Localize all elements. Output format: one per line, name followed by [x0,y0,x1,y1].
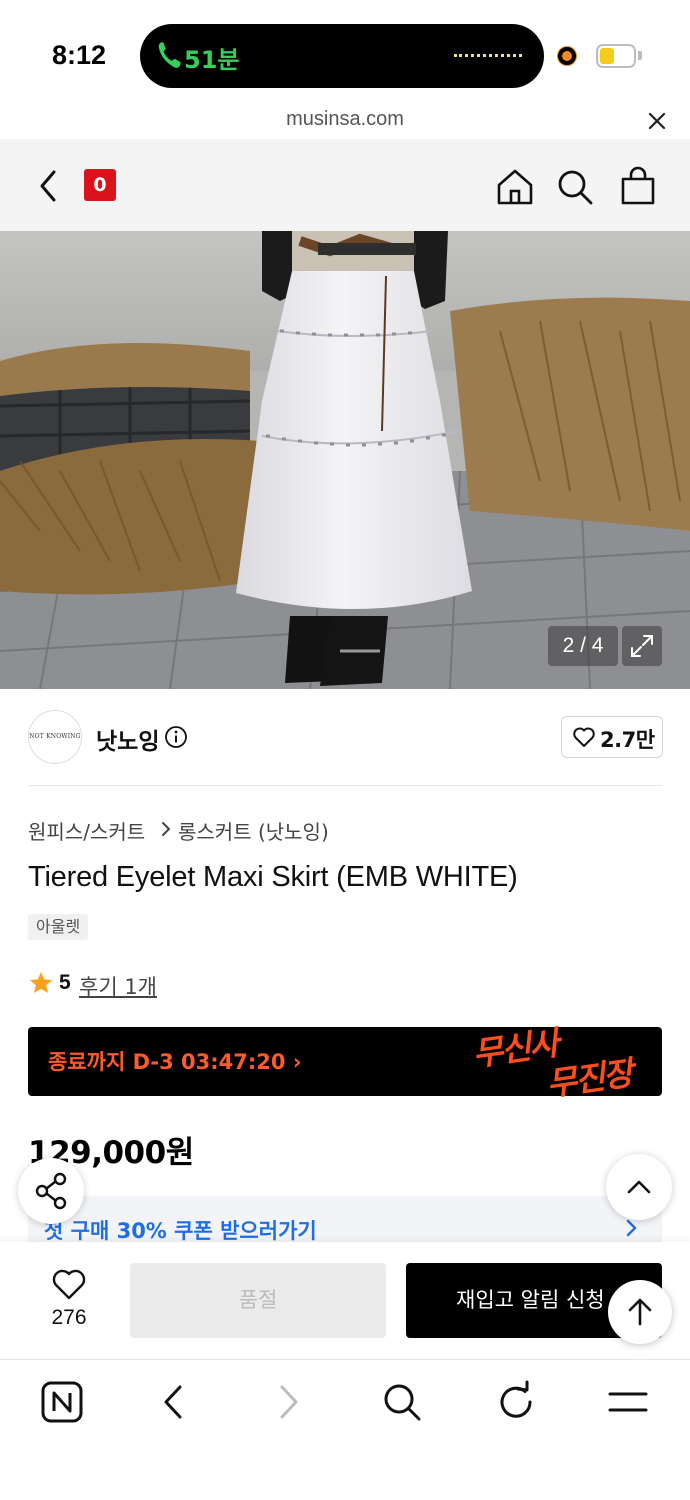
menu-icon[interactable] [606,1380,650,1424]
back-icon[interactable] [34,166,64,206]
image-counter: 2 / 4 [548,626,618,666]
scroll-top-button[interactable] [608,1280,672,1344]
chevron-up-icon [627,1180,651,1194]
url-display[interactable]: musinsa.com [0,108,690,131]
heart-icon [573,727,595,747]
battery-tip [638,51,642,60]
product-image[interactable] [0,231,690,689]
coupon-text: 첫 구매 30% 쿠폰 받으러가기 [44,1219,317,1243]
browser-toolbar [0,1360,690,1500]
share-icon [35,1172,67,1210]
star-icon [29,972,53,993]
divider [28,785,662,786]
audio-indicator [454,54,522,58]
share-button[interactable] [18,1158,84,1224]
product-title: Tiered Eyelet Maxi Skirt (EMB WHITE) [28,861,518,893]
chevron-right-icon [162,822,170,836]
sale-countdown: 종료까지 D-3 03:47:20 › [48,1050,302,1074]
collapse-button[interactable] [606,1154,672,1220]
sale-logo-line2: 무진장 [544,1053,634,1104]
brand-name[interactable]: 낫노잉 [96,722,159,756]
musinsa-logo[interactable]: 0 [84,169,116,201]
expand-icon[interactable] [622,626,662,666]
naver-home-icon[interactable] [40,1380,84,1424]
product-photo [0,231,690,689]
review-link[interactable]: 후기 1개 [79,971,157,1001]
soldout-button[interactable]: 품절 [130,1263,386,1338]
info-icon[interactable] [164,725,188,749]
search-icon[interactable] [556,168,594,206]
battery-level [600,48,614,64]
rating-score: 5 [59,971,71,994]
search-icon[interactable] [380,1380,424,1424]
heart-icon[interactable] [51,1267,87,1301]
outlet-tag: 아울렛 [28,914,89,940]
arrow-up-icon [628,1298,652,1326]
wish-count: 276 [51,1306,87,1329]
phone-icon [158,42,181,68]
privacy-indicator [558,47,576,65]
breadcrumb-category[interactable]: 원피스/스커트 [28,816,145,845]
back-icon[interactable] [152,1380,196,1424]
home-icon[interactable] [496,168,534,206]
status-time: 8:12 [52,40,107,70]
forward-icon[interactable] [266,1380,310,1424]
shopping-bag-icon[interactable] [618,166,658,206]
brand-avatar[interactable]: NOT KNOWING [28,710,82,764]
breadcrumb-subcategory[interactable]: 롱스커트 (낫노잉) [178,816,329,845]
close-icon[interactable] [644,108,670,134]
call-duration: 51분 [184,46,240,74]
brand-like-count: 2.7만 [600,728,655,752]
refresh-icon[interactable] [494,1380,538,1424]
